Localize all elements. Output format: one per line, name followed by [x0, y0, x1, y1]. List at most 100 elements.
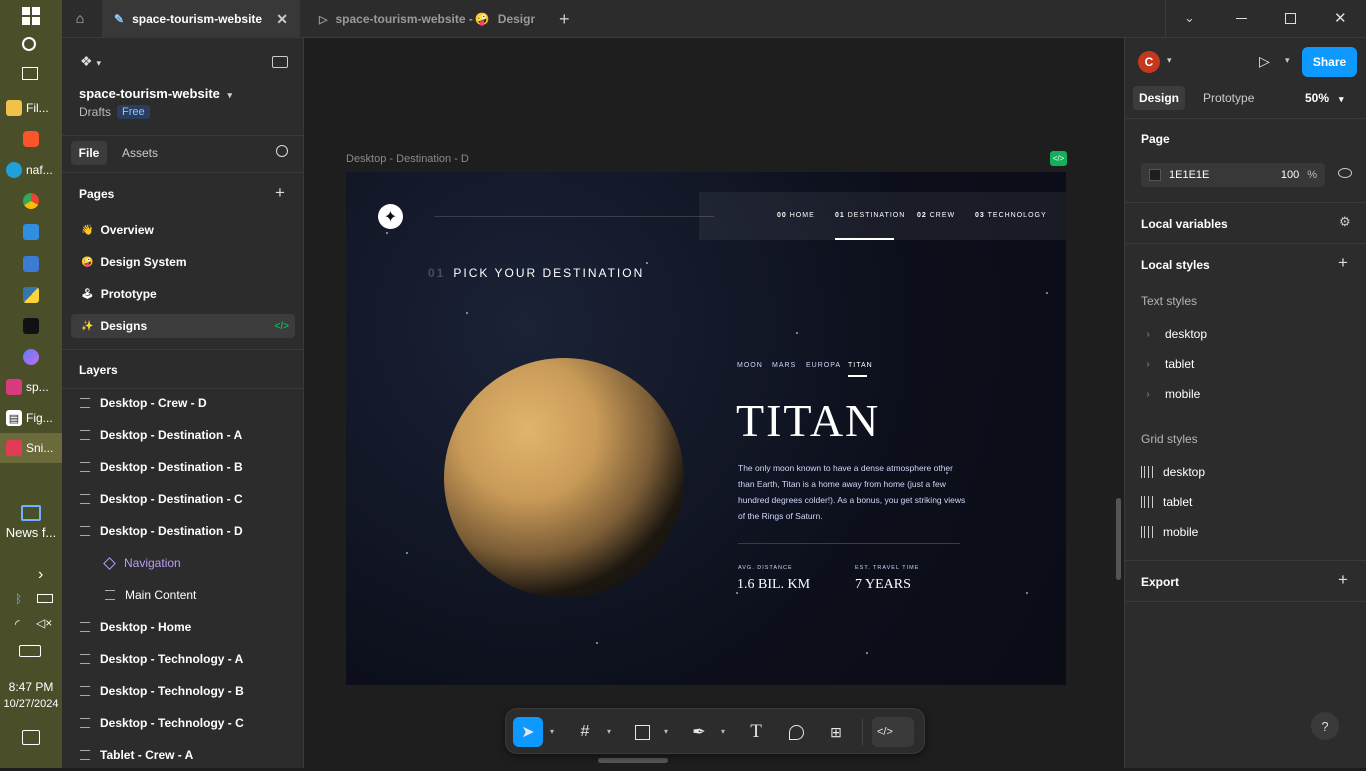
chevron-down-icon[interactable]: ▾ [664, 727, 668, 736]
taskbar-file-explorer[interactable]: Fil... [0, 93, 62, 123]
dest-tab-europa[interactable]: EUROPA [806, 362, 841, 369]
dev-mode-badge[interactable]: </> [1050, 151, 1067, 166]
chevron-right-icon[interactable]: › [1141, 359, 1155, 370]
wifi-icon[interactable]: ◜ [15, 617, 20, 631]
avatar[interactable]: C [1138, 51, 1160, 73]
frame-label[interactable]: Desktop - Destination - D [346, 153, 469, 165]
chevron-down-icon[interactable]: ▾ [550, 727, 554, 736]
task-view-icon[interactable] [22, 67, 38, 80]
page-overview[interactable]: 👋 Overview [71, 218, 295, 242]
pen-tool[interactable]: ✒ [684, 717, 714, 747]
nav-item-home[interactable]: 00 HOME [777, 212, 815, 219]
chevron-down-icon[interactable]: ⌄ [1184, 10, 1195, 26]
export-heading[interactable]: Export [1141, 575, 1179, 589]
layer-item[interactable]: Desktop - Destination - C [62, 483, 304, 515]
rectangle-tool[interactable] [627, 717, 657, 747]
chevron-right-icon[interactable]: › [1141, 389, 1155, 400]
layer-item[interactable]: Desktop - Home [62, 611, 304, 643]
layer-item-main-content[interactable]: Main Content [62, 579, 304, 611]
add-export-button[interactable]: + [1338, 570, 1348, 590]
close-window-button[interactable]: ✕ [1334, 9, 1347, 27]
battery-icon[interactable] [37, 594, 53, 603]
layer-item[interactable]: Desktop - Destination - D [62, 515, 304, 547]
chevron-down-icon[interactable]: ▾ [721, 727, 725, 736]
search-icon[interactable] [276, 145, 288, 157]
new-tab-button[interactable]: + [559, 9, 570, 30]
windows-start-icon[interactable] [22, 7, 40, 25]
layer-item[interactable]: Desktop - Technology - B [62, 675, 304, 707]
grid-style-mobile[interactable]: mobile [1141, 517, 1351, 547]
nav-item-crew[interactable]: 02 CREW [917, 212, 955, 219]
app-icon[interactable] [23, 318, 39, 334]
comment-tool[interactable] [781, 717, 811, 747]
taskbar-snipping[interactable]: Sni... [0, 433, 62, 463]
taskbar-figma[interactable]: ▤ Fig... [0, 403, 62, 433]
brave-icon[interactable] [23, 131, 39, 147]
present-button[interactable]: ▷ [1259, 53, 1270, 70]
mute-icon[interactable]: ◁× [36, 616, 52, 630]
search-icon[interactable] [22, 37, 36, 51]
visibility-eye-icon[interactable] [1338, 168, 1352, 178]
text-style-tablet[interactable]: › tablet [1141, 349, 1351, 379]
tab-prototype[interactable]: Prototype [1203, 91, 1254, 105]
vscode-icon[interactable] [23, 224, 39, 240]
variables-settings-icon[interactable]: ⚙ [1339, 214, 1351, 230]
chrome-icon[interactable] [23, 193, 39, 209]
text-tool[interactable]: T [741, 717, 771, 747]
layer-item[interactable]: Desktop - Technology - A [62, 643, 304, 675]
nav-item-destination[interactable]: 01 DESTINATION [835, 212, 905, 219]
tab-design[interactable]: Design [1133, 86, 1185, 110]
grid-style-tablet[interactable]: tablet [1141, 487, 1351, 517]
text-style-mobile[interactable]: › mobile [1141, 379, 1351, 409]
text-style-desktop[interactable]: › desktop [1141, 319, 1351, 349]
canvas-scrollbar[interactable] [1116, 498, 1121, 580]
store-icon[interactable] [23, 256, 39, 272]
close-tab-icon[interactable]: ✕ [276, 11, 288, 28]
tab-file-active[interactable]: ✎ space-tourism-website ✕ [102, 0, 300, 38]
frame-tool[interactable]: # [570, 717, 600, 747]
dest-tab-mars[interactable]: MARS [772, 362, 796, 369]
grid-style-desktop[interactable]: desktop [1141, 457, 1351, 487]
local-variables-heading[interactable]: Local variables [1141, 217, 1228, 231]
design-frame[interactable]: ✦ 00 HOME 01 DESTINATION 02 CREW 03 TECH… [346, 172, 1066, 685]
actions-tool[interactable]: ⊞ [821, 717, 851, 747]
page-design-system[interactable]: 🤪 Design System [71, 250, 295, 274]
share-button[interactable]: Share [1302, 47, 1357, 77]
add-page-button[interactable]: + [275, 183, 285, 203]
help-button[interactable]: ? [1311, 712, 1339, 740]
chevron-right-icon[interactable]: › [1141, 329, 1155, 340]
move-tool[interactable]: ➤ [513, 717, 543, 747]
taskbar-edge[interactable]: naf... [0, 155, 62, 185]
tab-file-prototype[interactable]: ▷ space-tourism-website - 🤪 Design S [307, 0, 547, 38]
layer-item-navigation[interactable]: Navigation [62, 547, 304, 579]
minimize-button[interactable] [1236, 18, 1247, 19]
plan-badge[interactable]: Free [117, 105, 150, 119]
zoom-dropdown[interactable]: 50% ▾ [1305, 91, 1344, 105]
notification-icon[interactable] [22, 730, 40, 745]
layer-item[interactable]: Desktop - Technology - C [62, 707, 304, 739]
chevron-down-icon[interactable]: ▾ [607, 727, 611, 736]
python-icon[interactable] [23, 287, 39, 303]
dev-mode-toggle[interactable]: </> [872, 717, 914, 747]
bluetooth-icon[interactable]: ᛒ [15, 592, 22, 606]
chevron-down-icon[interactable]: ▾ [1285, 55, 1290, 66]
layer-item[interactable]: Desktop - Destination - A [62, 419, 304, 451]
page-designs[interactable]: ✨ Designs </> [71, 314, 295, 338]
maximize-button[interactable] [1285, 13, 1296, 24]
figma-menu-icon[interactable]: ❖ ▾ [80, 53, 101, 70]
dest-tab-moon[interactable]: MOON [737, 362, 763, 369]
keyboard-icon[interactable] [19, 645, 41, 657]
layer-item[interactable]: Desktop - Crew - D [62, 387, 304, 419]
layer-item[interactable]: Tablet - Crew - A [62, 739, 304, 771]
chevron-down-icon[interactable]: ▾ [1167, 55, 1172, 66]
layer-item[interactable]: Desktop - Destination - B [62, 451, 304, 483]
taskbar-space[interactable]: sp... [0, 372, 62, 402]
chevron-right-icon[interactable]: › [38, 566, 43, 584]
clock[interactable]: 8:47 PM 10/27/2024 [0, 679, 62, 713]
page-color-field[interactable]: 1E1E1E 100 % [1141, 163, 1325, 187]
nav-item-technology[interactable]: 03 TECHNOLOGY [975, 212, 1047, 219]
news-widget[interactable]: News f... [0, 505, 62, 540]
copilot-icon[interactable] [23, 349, 39, 365]
tab-assets[interactable]: Assets [122, 146, 158, 160]
add-style-button[interactable]: + [1338, 253, 1348, 273]
